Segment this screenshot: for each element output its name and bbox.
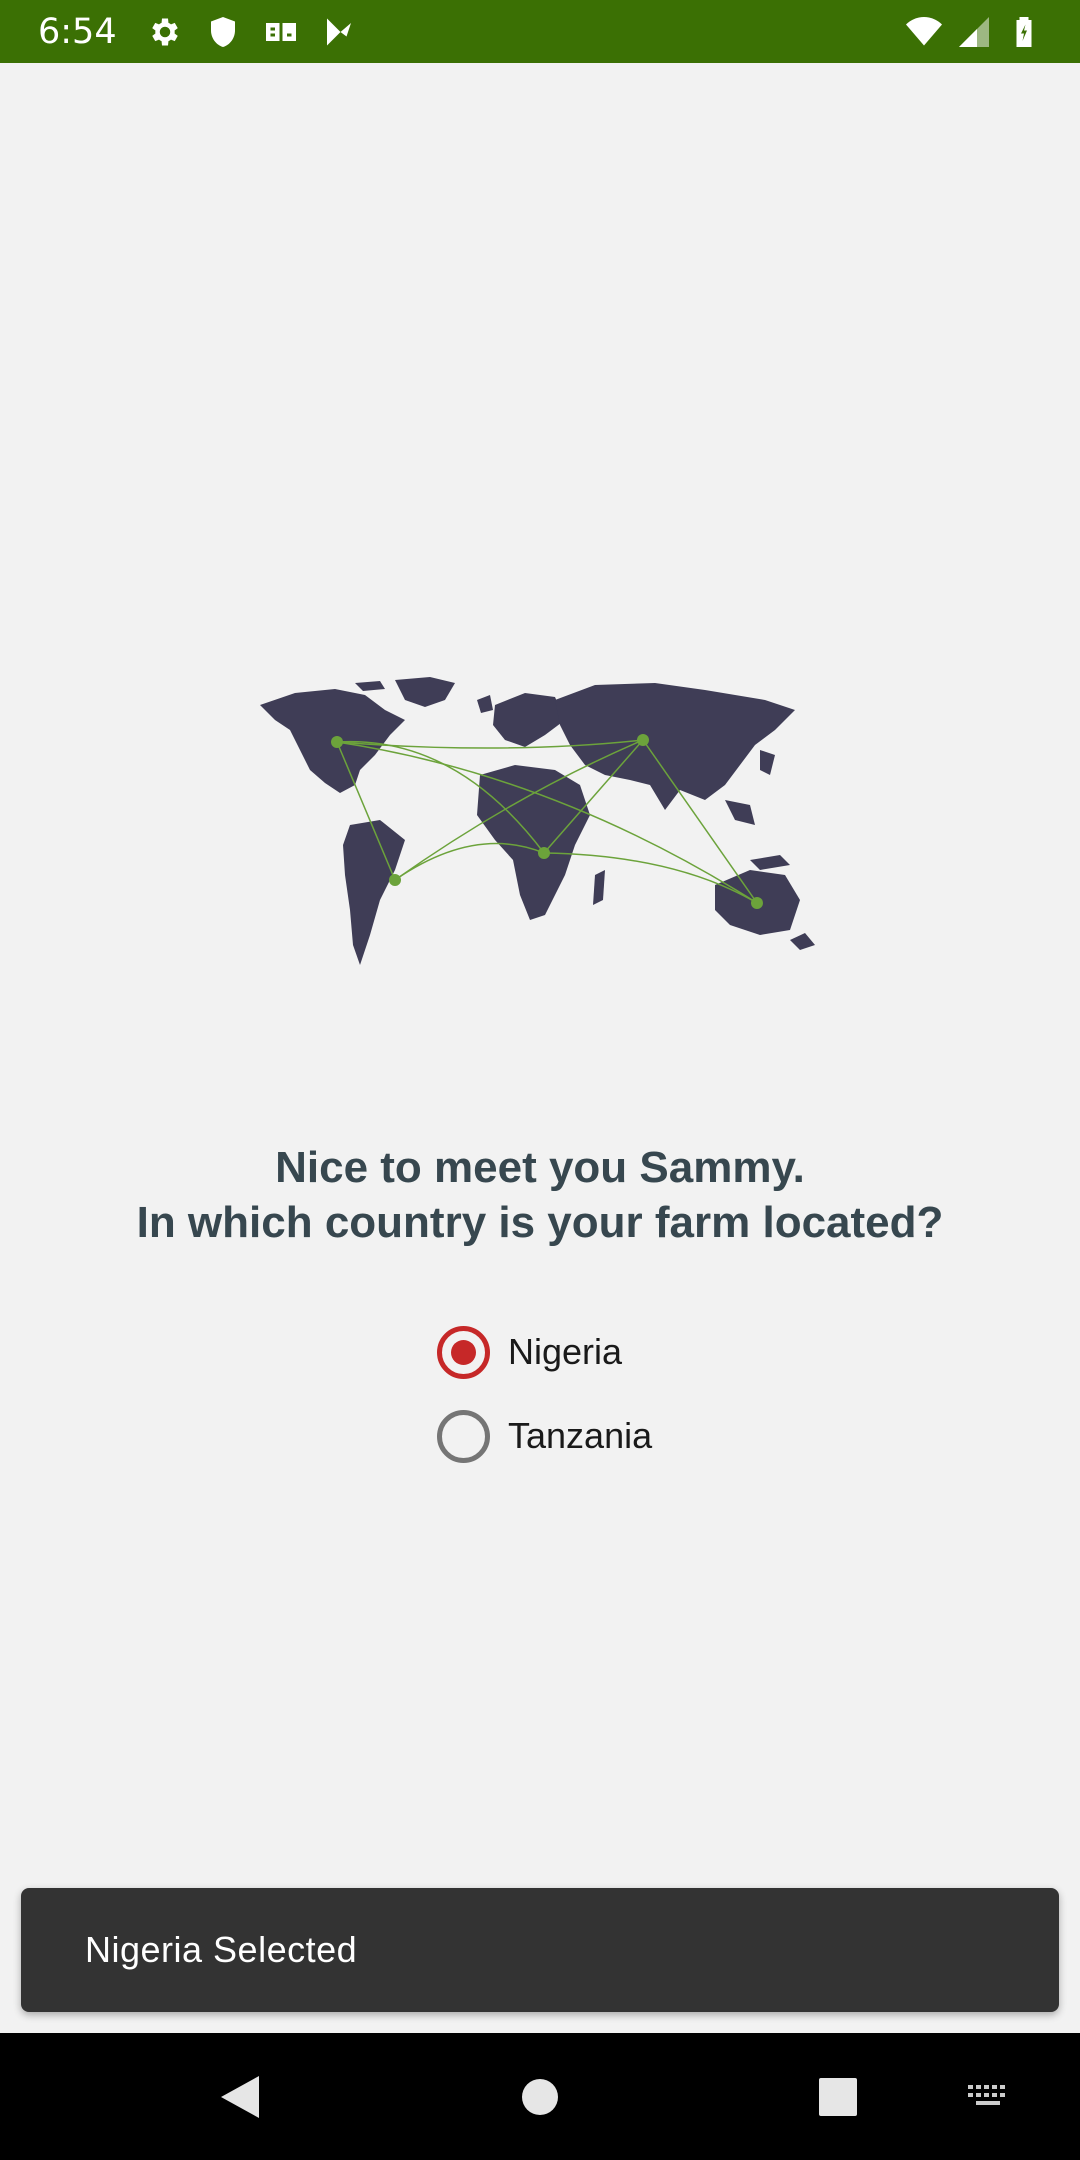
signal-icon <box>956 14 992 50</box>
keyboard-icon <box>968 2084 1005 2105</box>
shield-icon <box>205 14 241 50</box>
battery-icon <box>1006 14 1042 50</box>
back-icon <box>221 2075 259 2118</box>
radio-option-tanzania[interactable]: Tanzania <box>437 1394 837 1478</box>
country-question: Nice to meet you Sammy. In which country… <box>0 1140 1080 1250</box>
recents-button[interactable] <box>798 2033 878 2160</box>
snackbar-message: Nigeria Selected <box>85 1929 358 1970</box>
play-store-icon <box>321 14 357 50</box>
question-text: In which country is your farm located? <box>136 1198 944 1247</box>
back-button[interactable] <box>200 2033 280 2160</box>
status-time: 6:54 <box>38 11 117 52</box>
home-button[interactable] <box>500 2033 580 2160</box>
greeting-text: Nice to meet you Sammy. <box>275 1143 805 1192</box>
radio-label-nigeria: Nigeria <box>508 1331 623 1372</box>
status-right-icons <box>906 14 1042 50</box>
world-map-illustration <box>255 675 825 975</box>
radio-label-tanzania: Tanzania <box>508 1415 653 1456</box>
keyboard-button[interactable] <box>958 2033 1018 2160</box>
country-radio-group: Nigeria Tanzania <box>437 1310 837 1478</box>
status-bar: 6:54 <box>0 0 1080 63</box>
recents-icon <box>819 2077 857 2116</box>
radio-option-nigeria[interactable]: Nigeria <box>437 1310 837 1394</box>
navigation-bar <box>0 2033 1080 2160</box>
radio-button-unchecked[interactable] <box>437 1409 490 1463</box>
radio-button-checked[interactable] <box>437 1325 490 1379</box>
wifi-icon <box>906 14 942 50</box>
settings-icon <box>147 14 183 50</box>
status-left-icons <box>147 14 357 50</box>
app-icon <box>263 14 299 50</box>
home-icon <box>522 2078 558 2115</box>
snackbar: Nigeria Selected <box>21 1888 1059 2012</box>
